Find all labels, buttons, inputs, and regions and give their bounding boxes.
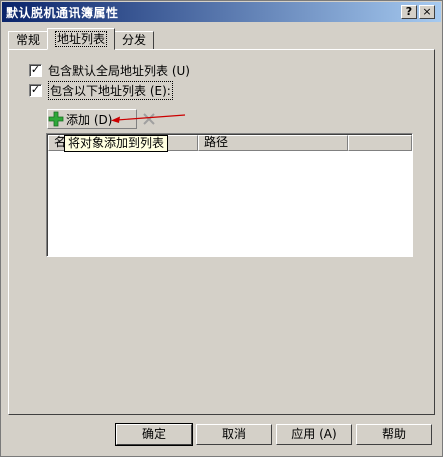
- tab-label: 常规: [16, 33, 41, 47]
- annotation-arrow: [111, 114, 186, 123]
- tooltip: 将对象添加到列表: [64, 135, 169, 152]
- add-button-label: 添加 (D): [66, 112, 113, 127]
- tab-panel: ✓ 包含默认全局地址列表 (U) ✓ 包含以下地址列表 (E): 添加 (D) …: [8, 49, 435, 415]
- help-title-button[interactable]: ?: [401, 5, 417, 19]
- column-header-path[interactable]: 路径: [198, 135, 348, 151]
- ok-button[interactable]: 确定: [115, 423, 193, 446]
- window-title: 默认脱机通讯簿属性: [6, 5, 119, 20]
- tab-label: 地址列表: [55, 31, 108, 47]
- tab-distribution[interactable]: 分发: [114, 31, 155, 50]
- title-bar: 默认脱机通讯簿属性 ? ×: [2, 2, 441, 22]
- plus-icon: [48, 111, 64, 127]
- tab-strip: 常规 地址列表 分发: [8, 28, 155, 50]
- apply-button[interactable]: 应用 (A): [276, 424, 352, 445]
- close-title-button[interactable]: ×: [419, 5, 435, 19]
- tab-general[interactable]: 常规: [8, 31, 49, 50]
- cancel-button[interactable]: 取消: [196, 424, 272, 445]
- tab-address-lists[interactable]: 地址列表: [47, 28, 116, 50]
- checkbox-label: 包含默认全局地址列表 (U): [48, 63, 190, 78]
- help-button[interactable]: 帮助: [356, 424, 432, 445]
- checkbox-box[interactable]: ✓: [29, 63, 42, 77]
- checkbox-box[interactable]: ✓: [29, 83, 42, 97]
- include-default-gal-checkbox[interactable]: ✓ 包含默认全局地址列表 (U): [29, 62, 190, 78]
- checkbox-label: 包含以下地址列表 (E):: [48, 80, 173, 100]
- include-following-lists-checkbox[interactable]: ✓ 包含以下地址列表 (E):: [29, 80, 173, 100]
- tab-label: 分发: [122, 33, 147, 47]
- column-header-filler: [348, 135, 412, 151]
- properties-dialog: 默认脱机通讯簿属性 ? × 常规 地址列表 分发 ✓ 包含默认全局地址列表 (U…: [0, 0, 443, 457]
